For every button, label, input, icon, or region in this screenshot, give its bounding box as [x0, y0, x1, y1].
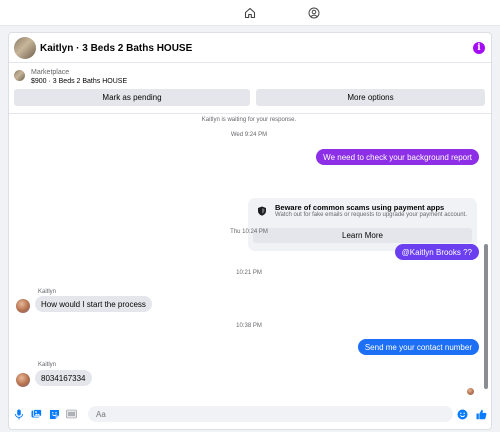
scam-warning-title: Beware of common scams using payment app… — [275, 203, 445, 212]
info-icon[interactable]: i — [473, 42, 485, 54]
scrollbar-thumb[interactable] — [484, 244, 488, 389]
seen-indicator-avatar — [467, 388, 474, 395]
more-options-button[interactable]: More options — [256, 89, 485, 106]
microphone-icon[interactable] — [13, 408, 25, 420]
gif-icon[interactable] — [65, 408, 77, 420]
sender-name: Kaitlyn — [38, 362, 57, 368]
chat-title: Kaitlyn · 3 Beds 2 Baths HOUSE — [40, 43, 193, 54]
sticker-icon[interactable] — [48, 408, 60, 420]
outgoing-message[interactable]: We need to check your background report — [316, 149, 479, 165]
shield-icon — [257, 206, 267, 216]
message-input[interactable] — [88, 406, 453, 422]
top-nav-bar — [0, 0, 500, 26]
divider — [9, 113, 491, 114]
timestamp: Wed 9:24 PM — [230, 132, 268, 138]
like-icon[interactable] — [475, 408, 487, 420]
timestamp: 10:38 PM — [236, 323, 262, 329]
listing-source: Marketplace — [31, 69, 70, 76]
sender-name: Kaitlyn — [38, 289, 57, 295]
chat-header: Kaitlyn · 3 Beds 2 Baths HOUSE i — [9, 33, 491, 63]
listing-avatar[interactable] — [14, 37, 36, 59]
timestamp: 10:21 PM — [236, 270, 262, 276]
incoming-message[interactable]: 8034167334 — [35, 370, 92, 386]
timestamp: Thu 10:24 PM — [230, 229, 268, 235]
listing-price-title[interactable]: $900 · 3 Beds 2 Baths HOUSE — [31, 78, 127, 85]
home-icon[interactable] — [242, 5, 258, 21]
sender-avatar[interactable] — [16, 373, 30, 387]
chat-panel: Kaitlyn · 3 Beds 2 Baths HOUSE i Marketp… — [8, 32, 492, 430]
sender-avatar[interactable] — [16, 299, 30, 313]
mark-as-pending-button[interactable]: Mark as pending — [14, 89, 250, 106]
listing-thumbnail[interactable] — [14, 70, 25, 81]
scam-warning-description: Watch out for fake emails or requests to… — [275, 212, 467, 218]
message-composer — [9, 399, 491, 429]
emoji-icon[interactable] — [456, 408, 468, 420]
profile-icon[interactable] — [306, 5, 322, 21]
outgoing-message[interactable]: @Kaitlyn Brooks ?? — [394, 244, 479, 260]
info-glyph: i — [477, 43, 481, 53]
incoming-message[interactable]: How would I start the process — [35, 296, 152, 312]
outgoing-message[interactable]: Send me your contact number — [357, 339, 479, 355]
scrollbar[interactable] — [483, 114, 489, 404]
photo-icon[interactable] — [30, 408, 42, 420]
waiting-status: Kaitlyn is waiting for your response. — [201, 117, 297, 123]
